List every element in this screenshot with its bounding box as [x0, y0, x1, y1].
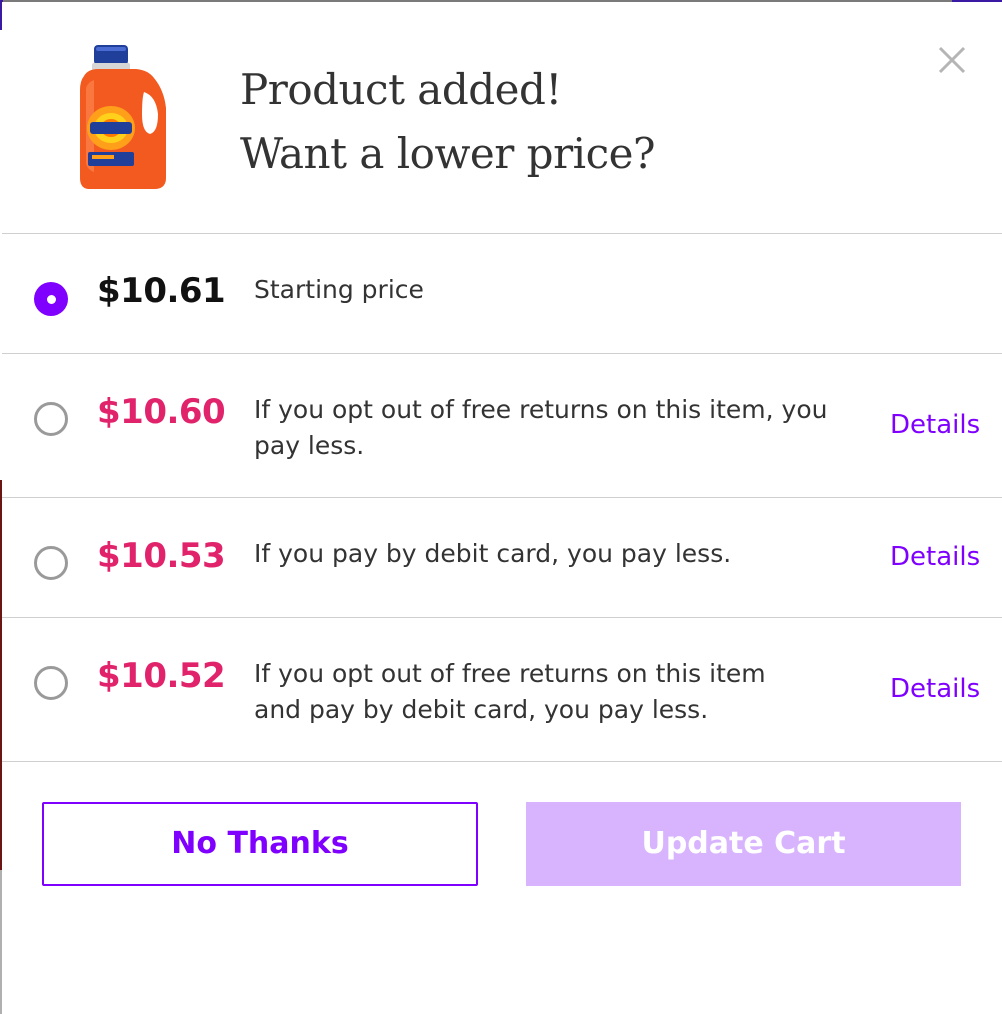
close-icon[interactable] — [932, 40, 972, 80]
radio-unselected[interactable] — [34, 666, 68, 700]
option-description: If you opt out of free returns on this i… — [254, 659, 766, 724]
radio-unselected[interactable] — [34, 546, 68, 580]
radio-unselected[interactable] — [34, 402, 68, 436]
title-line-1: Product added! — [240, 65, 562, 114]
price-option-debit-card[interactable]: $10.53 If you pay by debit card, you pay… — [2, 498, 1002, 618]
option-price: $10.53 — [97, 536, 226, 576]
price-option-no-returns-debit[interactable]: $10.52 If you opt out of free returns on… — [2, 618, 1002, 762]
lower-price-dialog: Product added! Want a lower price? $10.6… — [2, 2, 1002, 1014]
radio-selected[interactable] — [34, 282, 68, 316]
option-price: $10.52 — [97, 656, 226, 696]
details-link[interactable]: Details — [890, 542, 980, 572]
details-link[interactable]: Details — [890, 410, 980, 440]
details-link[interactable]: Details — [890, 674, 980, 704]
price-option-starting[interactable]: $10.61 Starting price — [2, 234, 1002, 354]
product-image — [80, 45, 166, 189]
option-price: $10.60 — [97, 392, 226, 432]
title-line-2: Want a lower price? — [240, 129, 655, 178]
no-thanks-button[interactable]: No Thanks — [42, 802, 478, 886]
price-option-no-free-returns[interactable]: $10.60 If you opt out of free returns on… — [2, 354, 1002, 498]
option-description: Starting price — [254, 275, 424, 304]
update-cart-button[interactable]: Update Cart — [526, 802, 961, 886]
dialog-header: Product added! Want a lower price? — [2, 2, 1002, 234]
dialog-title: Product added! Want a lower price? — [240, 58, 655, 186]
option-description: If you pay by debit card, you pay less. — [254, 539, 732, 568]
option-price: $10.61 — [97, 271, 226, 311]
option-description: If you opt out of free returns on this i… — [254, 395, 828, 460]
